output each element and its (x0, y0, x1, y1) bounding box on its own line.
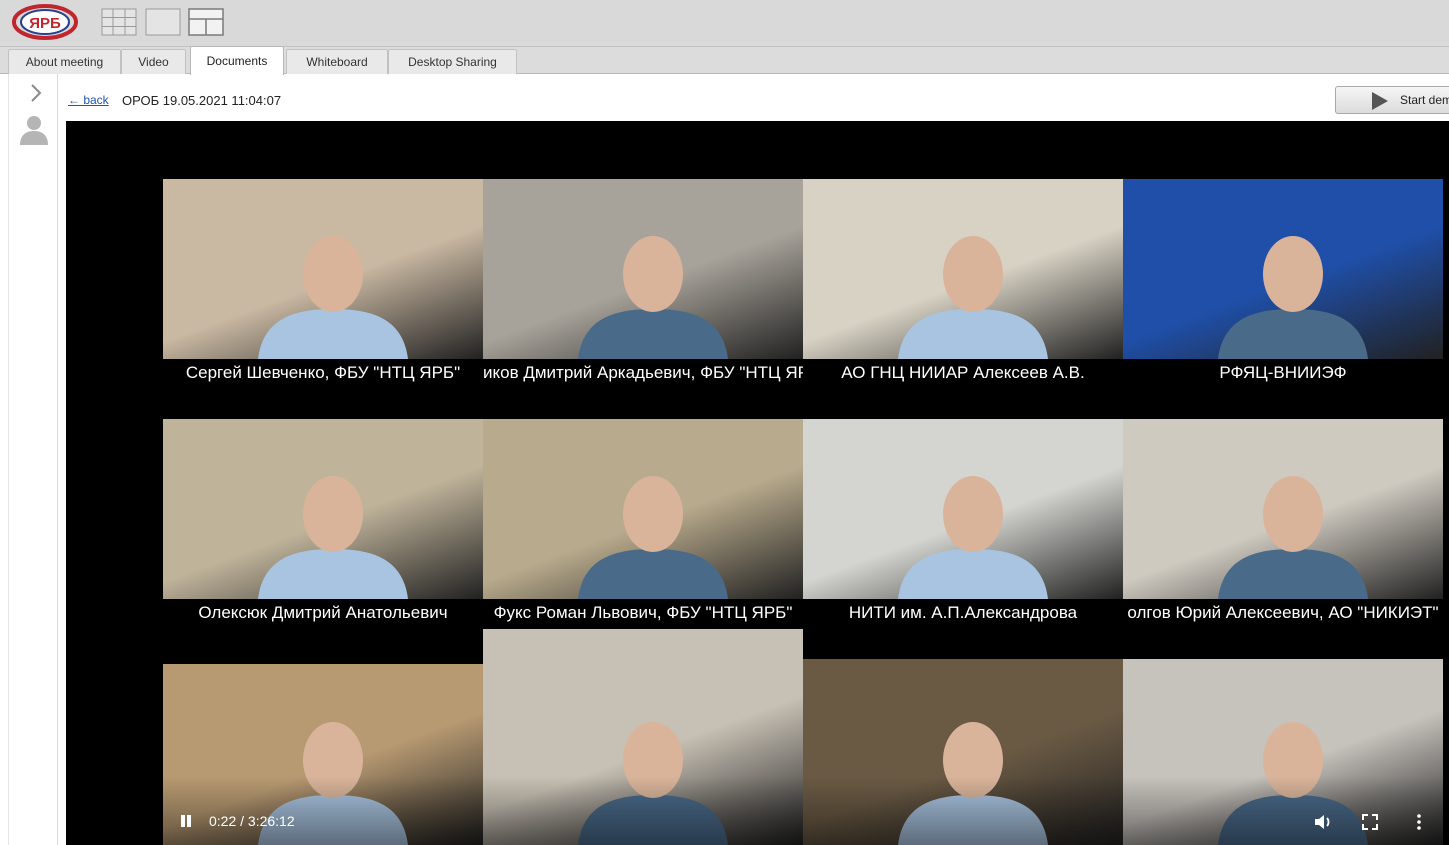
tab-whiteboard[interactable]: Whiteboard (286, 49, 388, 74)
back-link[interactable]: ← back (68, 93, 109, 107)
yarb-logo[interactable]: ЯРБ (12, 3, 78, 41)
tab-documents[interactable]: Documents (190, 46, 284, 75)
start-demo-label: Start dem (1400, 93, 1449, 107)
participant-tile[interactable] (163, 179, 483, 359)
participant-name: иков Дмитрий Аркадьевич, ФБУ "НТЦ ЯРБ" (483, 363, 803, 382)
tab-video[interactable]: Video (121, 49, 186, 74)
participant-name: АО ГНЦ НИИАР Алексеев А.В. (841, 363, 1085, 382)
video-player[interactable]: Сергей Шевченко, ФБУ "НТЦ ЯРБ" иков Дмитр… (66, 121, 1449, 845)
fullscreen-icon[interactable] (1359, 811, 1381, 833)
split-layout-icon[interactable] (188, 8, 224, 36)
participant-tile[interactable] (803, 659, 1123, 845)
person-silhouette (898, 722, 1048, 845)
person-silhouette (578, 476, 728, 599)
app-window: ЯРБ About meeting Video Documents Whiteb… (0, 0, 1449, 845)
tab-bar: About meeting Video Documents Whiteboard… (0, 46, 1449, 75)
participant-tile[interactable] (1123, 419, 1443, 599)
participant-tile[interactable] (1123, 659, 1443, 845)
start-demo-button[interactable]: Start dem (1335, 86, 1449, 114)
participant-name: Сергей Шевченко, ФБУ "НТЦ ЯРБ" (185, 363, 461, 382)
person-silhouette (898, 236, 1048, 359)
person-silhouette (578, 236, 728, 359)
participants-rail (8, 74, 58, 845)
play-icon (1372, 92, 1388, 110)
user-icon[interactable] (17, 112, 51, 146)
more-options-icon[interactable] (1408, 811, 1430, 833)
participant-tile[interactable] (483, 629, 803, 845)
chevron-right-icon[interactable] (27, 82, 45, 104)
logo-text: ЯРБ (29, 15, 61, 32)
grid-layout-icon[interactable] (101, 8, 137, 36)
participant-tile[interactable] (483, 419, 803, 599)
pause-icon-bar (187, 815, 191, 827)
person-silhouette (1218, 722, 1368, 845)
participant-name: Фукс Роман Львович, ФБУ "НТЦ ЯРБ" (493, 603, 793, 622)
person-silhouette (578, 722, 728, 845)
participant-tile[interactable] (1123, 179, 1443, 359)
participant-name: РФЯЦ-ВНИИЭФ (1219, 363, 1347, 382)
tab-about-meeting[interactable]: About meeting (8, 49, 121, 74)
participant-name: НИТИ им. А.П.Александрова (848, 603, 1078, 622)
person-silhouette (898, 476, 1048, 599)
pause-icon (181, 815, 185, 827)
participant-tile[interactable] (803, 179, 1123, 359)
participant-name: олгов Юрий Алексеевич, АО "НИКИЭТ" (1127, 603, 1439, 622)
participant-name: Олексюк Дмитрий Анатольевич (198, 603, 448, 622)
top-bar: ЯРБ (0, 0, 1449, 47)
participant-tile[interactable] (163, 419, 483, 599)
participant-tile[interactable] (483, 179, 803, 359)
document-title: ОРОБ 19.05.2021 11:04:07 (122, 93, 282, 108)
playback-time: 0:22 / 3:26:12 (209, 813, 295, 829)
tab-desktop-sharing[interactable]: Desktop Sharing (388, 49, 517, 74)
person-silhouette (258, 476, 408, 599)
person-silhouette (258, 236, 408, 359)
participant-tile[interactable] (803, 419, 1123, 599)
volume-icon[interactable] (1312, 811, 1334, 833)
pause-button[interactable] (178, 813, 194, 829)
single-layout-icon[interactable] (145, 8, 181, 36)
person-silhouette (1218, 236, 1368, 359)
person-silhouette (1218, 476, 1368, 599)
